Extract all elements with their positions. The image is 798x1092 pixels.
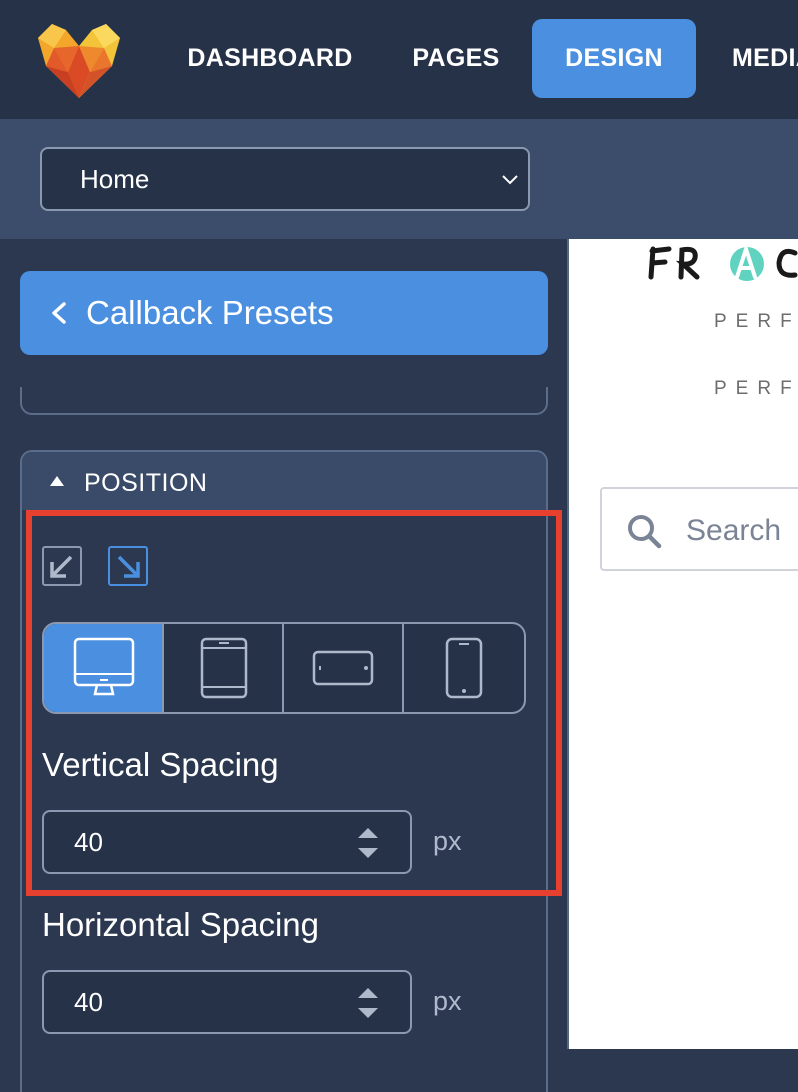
- tablet-landscape-icon: [312, 650, 374, 686]
- desktop-icon: [73, 637, 135, 696]
- position-section-header[interactable]: POSITION: [22, 452, 546, 510]
- vertical-spacing-input[interactable]: 40: [42, 810, 412, 874]
- back-button-label: Callback Presets: [86, 294, 334, 331]
- horizontal-spacing-unit: px: [433, 986, 462, 1016]
- device-desktop-button[interactable]: [44, 624, 164, 712]
- device-tablet-landscape-button[interactable]: [284, 624, 404, 712]
- align-bottom-right-button[interactable]: [108, 546, 148, 586]
- page-select[interactable]: Home: [40, 147, 530, 211]
- site-preview: PERF PERF Search: [569, 239, 798, 1049]
- device-phone-button[interactable]: [404, 624, 524, 712]
- stepper-arrows-icon[interactable]: [356, 826, 380, 860]
- vertical-spacing-unit: px: [433, 826, 462, 856]
- vertical-spacing-value: 40: [74, 827, 103, 857]
- stepper-arrows-icon[interactable]: [356, 986, 380, 1020]
- arrow-down-left-icon: [50, 555, 73, 578]
- position-section-title: POSITION: [84, 469, 208, 497]
- tagline-text: PERF: [714, 311, 798, 332]
- tablet-icon: [200, 637, 248, 699]
- collapsed-section-card: [20, 387, 548, 415]
- back-button[interactable]: Callback Presets: [20, 271, 548, 355]
- search-placeholder: Search: [686, 514, 782, 547]
- search-icon: [628, 515, 662, 549]
- chevron-down-icon: [502, 175, 518, 185]
- horizontal-spacing-label: Horizontal Spacing: [42, 906, 319, 943]
- phone-icon: [445, 637, 483, 699]
- page-toolbar: Home: [0, 119, 798, 239]
- vertical-spacing-label: Vertical Spacing: [42, 746, 279, 783]
- device-selector: [42, 622, 526, 714]
- horizontal-spacing-input[interactable]: 40: [42, 970, 412, 1034]
- horizontal-spacing-value: 40: [74, 987, 103, 1017]
- device-tablet-portrait-button[interactable]: [164, 624, 284, 712]
- nav-dashboard[interactable]: DASHBOARD: [178, 19, 362, 98]
- top-nav: DASHBOARD PAGES DESIGN MEDIA: [0, 0, 798, 119]
- preview-search-input[interactable]: Search: [600, 487, 798, 571]
- heart-logo-icon[interactable]: [38, 20, 120, 100]
- tagline-text: PERF: [714, 378, 798, 399]
- brand-logo-image: [648, 242, 798, 281]
- chevron-left-icon: [52, 302, 66, 324]
- arrow-down-right-icon: [117, 555, 140, 578]
- caret-up-icon: [50, 476, 64, 486]
- nav-design[interactable]: DESIGN: [532, 19, 696, 98]
- nav-media[interactable]: MEDIA: [732, 19, 798, 98]
- page-select-value: Home: [80, 164, 150, 194]
- align-bottom-left-button[interactable]: [42, 546, 82, 586]
- nav-pages[interactable]: PAGES: [400, 19, 512, 98]
